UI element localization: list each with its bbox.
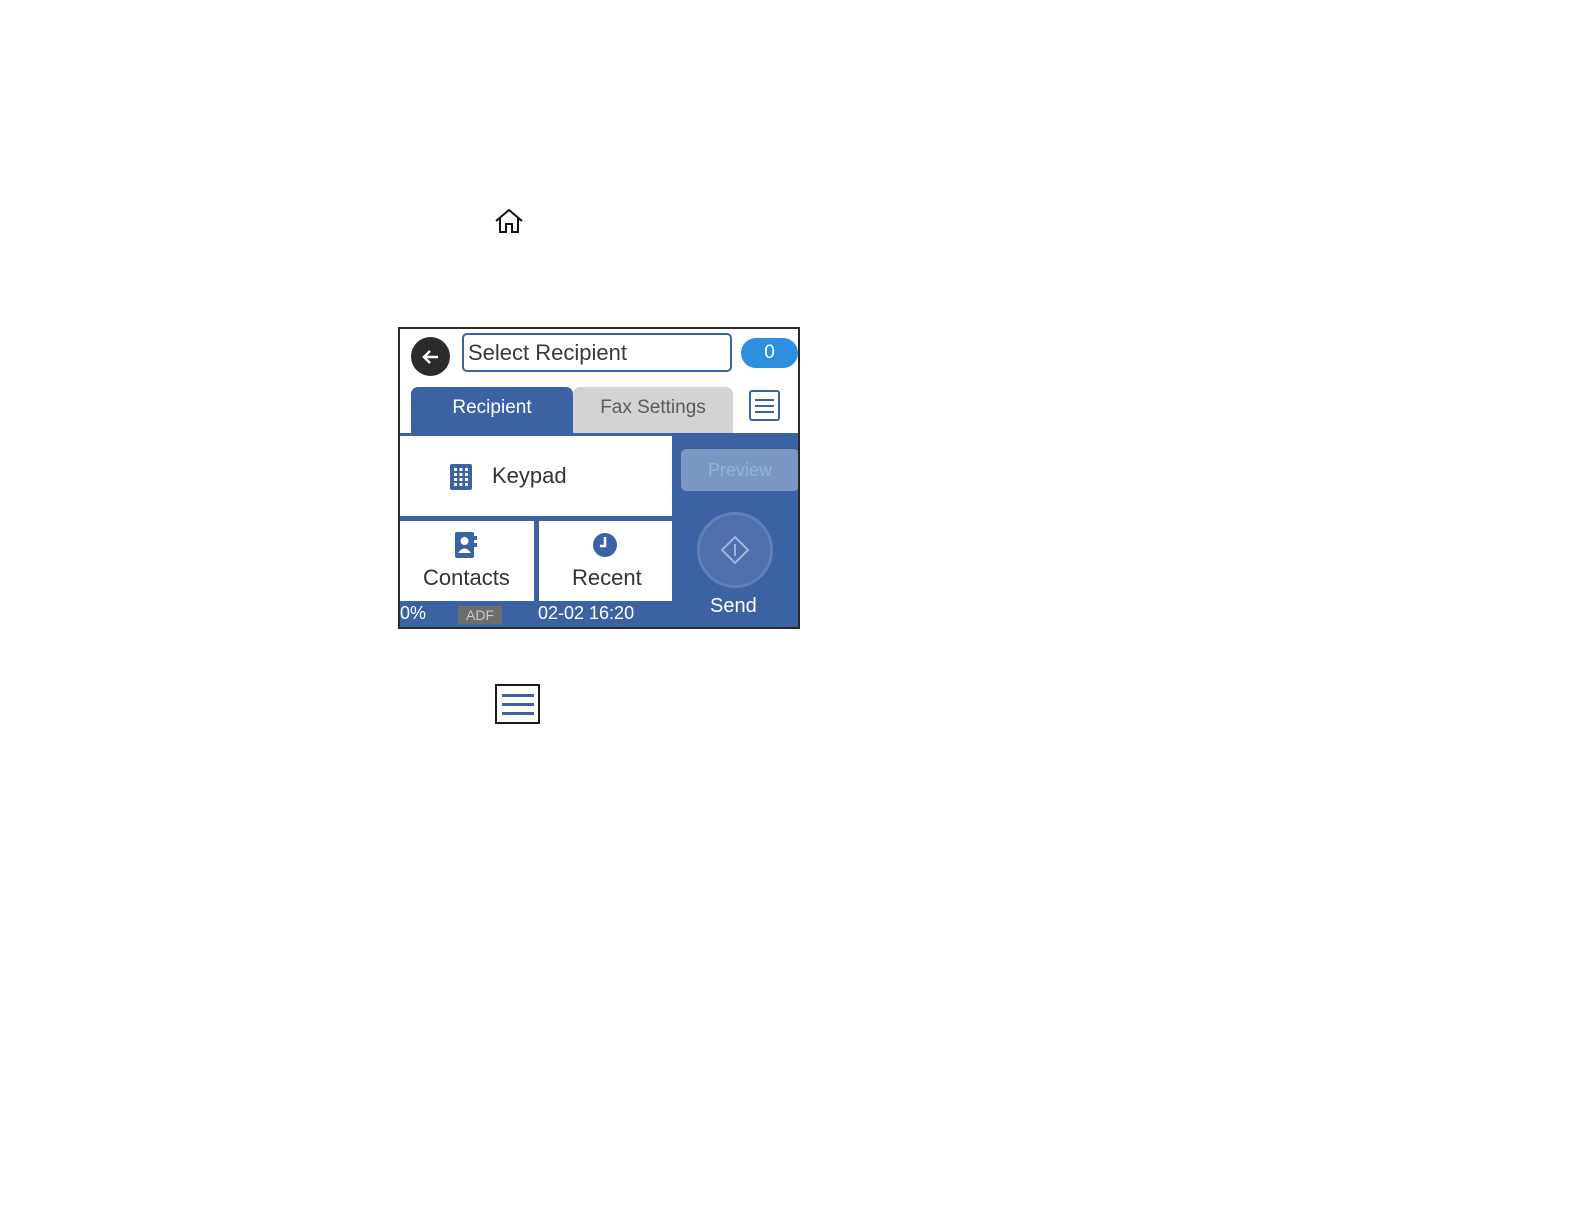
- printer-screen: Select Recipient 0 Recipient Fax Setting…: [398, 327, 800, 629]
- send-button[interactable]: [697, 512, 773, 588]
- contacts-icon: [455, 532, 477, 558]
- back-arrow-icon: [421, 349, 438, 364]
- home-icon: [495, 208, 523, 233]
- keypad-icon: [450, 464, 472, 490]
- recent-label: Recent: [572, 565, 642, 590]
- menu-icon-line: [755, 410, 774, 413]
- clock-icon: [593, 533, 617, 557]
- preview-button[interactable]: Preview: [681, 449, 798, 491]
- menu-icon-line: [501, 702, 534, 706]
- menu-icon-line: [755, 398, 774, 401]
- tab-recipient[interactable]: Recipient: [411, 387, 573, 433]
- menu-button[interactable]: [749, 390, 780, 421]
- back-button[interactable]: [411, 337, 450, 376]
- start-diamond-icon: [720, 535, 750, 565]
- select-recipient-field[interactable]: Select Recipient: [462, 333, 732, 372]
- adf-badge: ADF: [458, 606, 502, 624]
- menu-icon-line: [501, 711, 534, 715]
- send-label: Send: [710, 595, 757, 617]
- recipient-count-badge: 0: [741, 338, 798, 368]
- contacts-button[interactable]: Contacts: [400, 521, 534, 601]
- progress-text: 0%: [400, 603, 427, 623]
- menu-icon-line: [755, 404, 774, 407]
- keypad-button[interactable]: Keypad: [400, 436, 672, 516]
- date-time: 02-02 16:20: [538, 603, 635, 623]
- recent-button[interactable]: Recent: [539, 521, 672, 601]
- tab-fax-settings[interactable]: Fax Settings: [573, 387, 733, 433]
- content-area: Keypad Contacts Recent Preview Send 0% A…: [400, 433, 798, 627]
- keypad-label: Keypad: [492, 463, 567, 488]
- contacts-label: Contacts: [423, 565, 510, 590]
- menu-icon-line: [501, 693, 534, 697]
- menu-icon: [495, 684, 540, 724]
